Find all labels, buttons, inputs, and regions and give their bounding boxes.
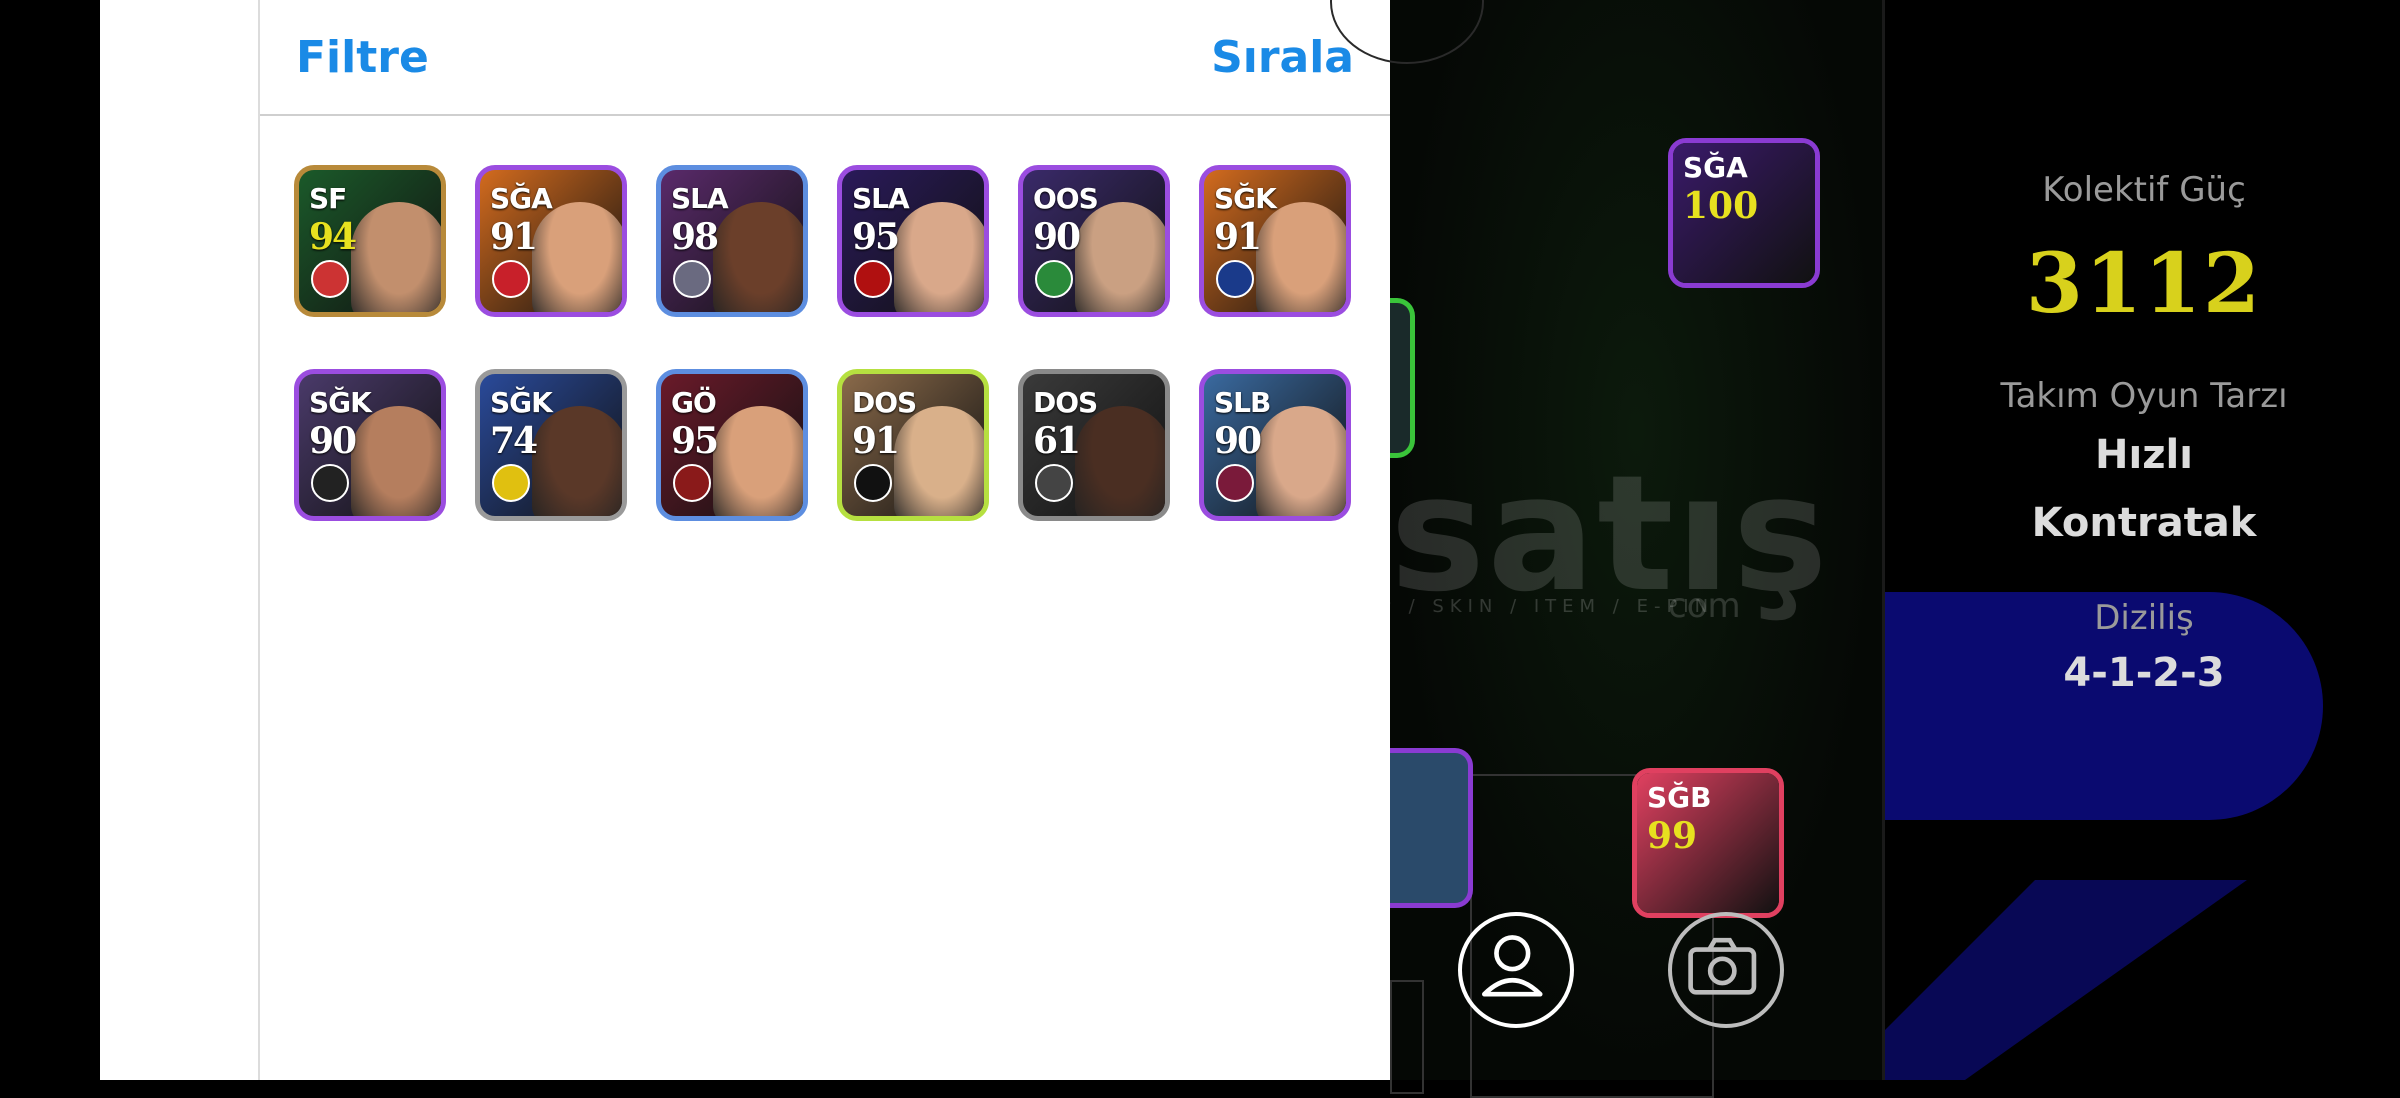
left-black-bar xyxy=(0,0,100,1080)
player-card[interactable]: DOS 91 xyxy=(837,369,989,521)
player-rating: 91 xyxy=(852,420,900,462)
player-rating: 61 xyxy=(1033,420,1081,462)
player-position: SĞK xyxy=(309,386,372,419)
filter-button[interactable]: Filtre xyxy=(296,32,429,83)
player-rating: 90 xyxy=(1214,420,1262,462)
player-card[interactable]: SĞA 91 xyxy=(475,165,627,317)
player-rating: 90 xyxy=(309,420,357,462)
player-rating: 95 xyxy=(671,420,719,462)
pitch-card[interactable]: SĞA 100 xyxy=(1668,138,1820,288)
player-card[interactable]: DOS 61 xyxy=(1018,369,1170,521)
club-badge-icon xyxy=(1216,260,1254,298)
player-card[interactable]: SF 94 xyxy=(294,165,446,317)
club-badge-icon xyxy=(854,464,892,502)
formation-label: Diziliş xyxy=(2094,598,2194,638)
player-rating: 94 xyxy=(309,216,357,258)
watermark-com: com xyxy=(1668,586,1741,626)
club-badge-icon xyxy=(492,260,530,298)
pitch-card-rating: 99 xyxy=(1647,815,1698,857)
player-card[interactable]: SĞK 91 xyxy=(1199,165,1351,317)
club-badge-icon xyxy=(1035,464,1073,502)
collective-power-label: Kolektif Güç xyxy=(2042,170,2246,210)
club-badge-icon xyxy=(311,260,349,298)
player-portrait xyxy=(894,406,984,516)
club-badge-icon xyxy=(1216,464,1254,502)
player-position: GÖ xyxy=(671,386,717,419)
player-rating: 91 xyxy=(1214,216,1262,258)
player-portrait xyxy=(713,202,803,312)
team-style-value-line2: Kontratak xyxy=(2031,500,2257,546)
person-icon xyxy=(1482,935,1543,997)
player-portrait xyxy=(713,406,803,516)
player-position: DOS xyxy=(1033,386,1098,419)
player-position: DOS xyxy=(852,386,917,419)
formation-value: 4-1-2-3 xyxy=(2063,650,2225,696)
pitch-card-rating: 100 xyxy=(1683,185,1759,227)
player-rating: 91 xyxy=(490,216,538,258)
player-portrait xyxy=(1075,406,1165,516)
profile-button[interactable] xyxy=(1458,912,1574,1028)
collective-power-value: 3112 xyxy=(2025,236,2263,332)
player-portrait xyxy=(532,202,622,312)
pitch-card-partial-purple xyxy=(1390,748,1473,908)
pitch-card-position: SĞB xyxy=(1647,781,1712,814)
club-badge-icon xyxy=(311,464,349,502)
team-info-panel: Kolektif Güç 3112 Takım Oyun Tarzı Hızlı… xyxy=(1882,0,2400,1080)
club-badge-icon xyxy=(673,464,711,502)
player-rating: 74 xyxy=(490,420,538,462)
back-strip[interactable] xyxy=(100,0,340,1080)
player-position: SĞK xyxy=(1214,182,1277,215)
player-portrait xyxy=(532,406,622,516)
pitch-card-partial-green xyxy=(1390,298,1415,458)
panel-header: Filtre Sırala xyxy=(260,0,1390,116)
player-card[interactable]: SĞK 90 xyxy=(294,369,446,521)
player-position: OOS xyxy=(1033,182,1099,215)
pitch-card-position: SĞA xyxy=(1683,151,1748,184)
player-card[interactable]: OOS 90 xyxy=(1018,165,1170,317)
club-badge-icon xyxy=(854,260,892,298)
player-position: SLA xyxy=(852,182,910,215)
player-portrait xyxy=(351,406,441,516)
player-position: SĞK xyxy=(490,386,553,419)
player-filter-panel: Filtre Sırala SF 94 SĞA 91 SLA 98 SLA 95 OOS 90 SĞ… xyxy=(260,0,1390,1080)
player-position: SF xyxy=(309,182,347,215)
player-position: SLB xyxy=(1214,386,1271,419)
club-badge-icon xyxy=(492,464,530,502)
team-style-label: Takım Oyun Tarzı xyxy=(2000,376,2288,416)
sort-button[interactable]: Sırala xyxy=(1211,32,1354,83)
pitch-card[interactable]: SĞB 99 xyxy=(1632,768,1784,918)
decorative-wedge xyxy=(1885,880,2247,1080)
player-card[interactable]: SLA 98 xyxy=(656,165,808,317)
player-card[interactable]: SLA 95 xyxy=(837,165,989,317)
goal-box-line xyxy=(1390,980,1424,1094)
player-rating: 98 xyxy=(671,216,719,258)
player-rating: 90 xyxy=(1033,216,1081,258)
player-position: SĞA xyxy=(490,182,553,215)
club-badge-icon xyxy=(1035,260,1073,298)
player-card[interactable]: GÖ 95 xyxy=(656,369,808,521)
watermark-subtext: P / SKIN / ITEM / E-PIN xyxy=(1380,596,1715,617)
club-badge-icon xyxy=(673,260,711,298)
player-position: SLA xyxy=(671,182,729,215)
player-portrait xyxy=(1256,406,1346,516)
player-card[interactable]: SĞK 74 xyxy=(475,369,627,521)
player-portrait xyxy=(894,202,984,312)
camera-icon xyxy=(1688,937,1757,995)
team-style-value-line1: Hızlı xyxy=(2095,432,2193,478)
player-portrait xyxy=(1075,202,1165,312)
player-rating: 95 xyxy=(852,216,900,258)
player-portrait xyxy=(1256,202,1346,312)
camera-button[interactable] xyxy=(1668,912,1784,1028)
player-card[interactable]: SLB 90 xyxy=(1199,369,1351,521)
player-portrait xyxy=(351,202,441,312)
